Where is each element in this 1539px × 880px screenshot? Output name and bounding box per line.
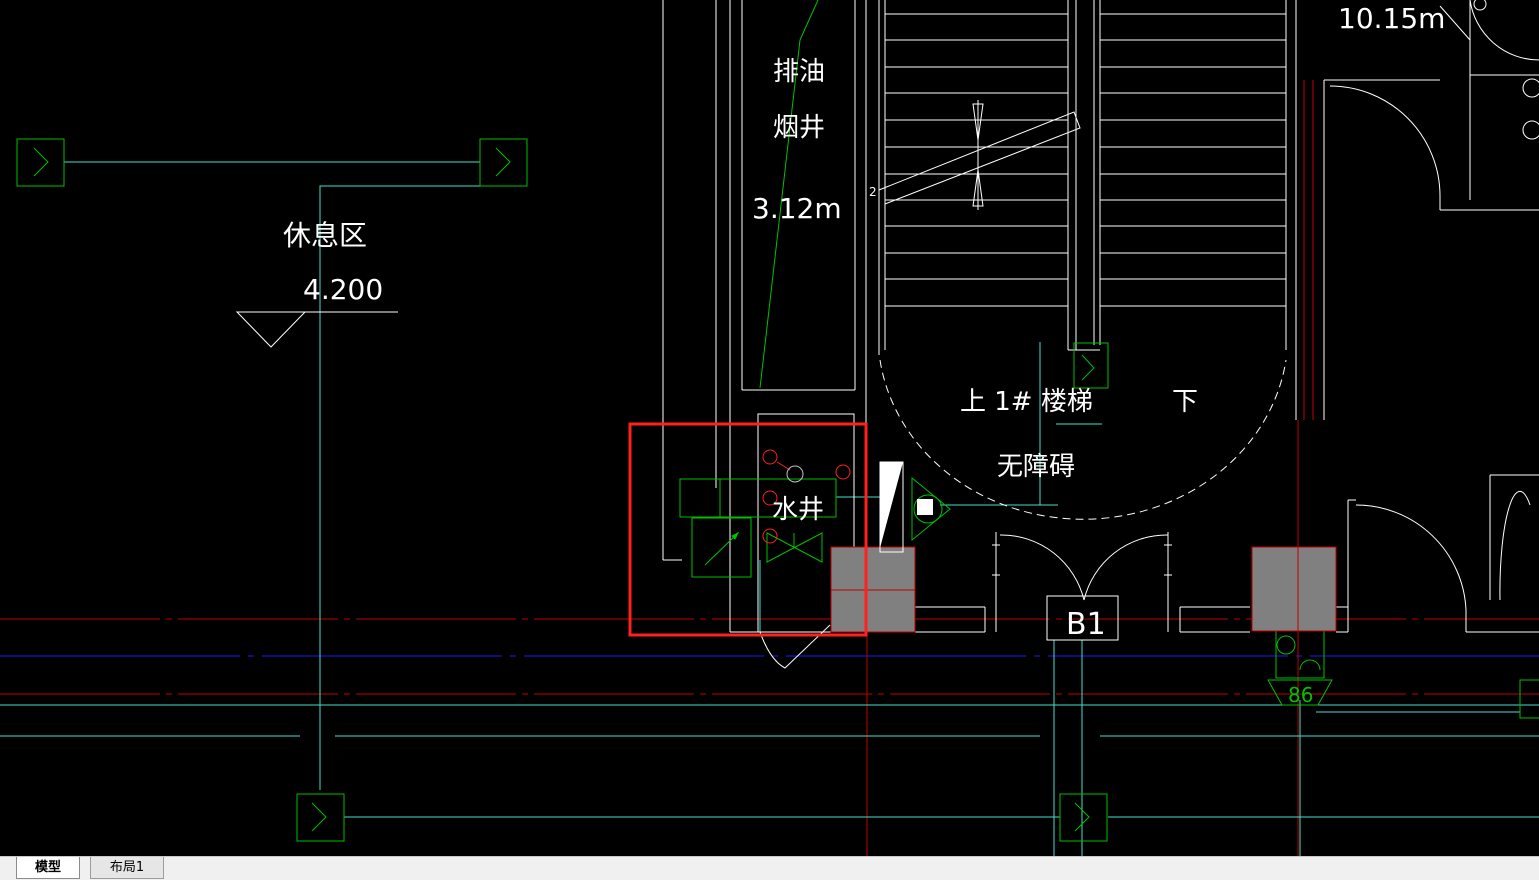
tab-model[interactable]: 模型 xyxy=(16,857,80,879)
label-stair-down: 下 xyxy=(1172,387,1198,417)
label-exhaust-size: 3.12m xyxy=(752,192,842,225)
label-stair-up: 上 1# 楼梯 xyxy=(960,387,1093,417)
tab-layout1[interactable]: 布局1 xyxy=(90,857,164,879)
label-accessible: 无障碍 xyxy=(997,452,1075,482)
label-exhaust-1: 排油 xyxy=(773,57,825,87)
label-top-dimension: 10.15m xyxy=(1338,2,1445,35)
label-axis-b1: B1 xyxy=(1066,607,1106,642)
layout-tab-bar: 模型 布局1 xyxy=(0,856,1539,880)
drawing-canvas[interactable]: 休息区 4.200 排油 烟井 3.12m 10.15m 上 1# 楼梯 下 无… xyxy=(0,0,1539,856)
valve-box-icon xyxy=(917,499,933,515)
label-stair-mark: 2 xyxy=(869,185,877,199)
door-leaf-icon xyxy=(880,462,903,548)
drain-icon xyxy=(786,465,804,483)
label-fixture-code: 86 xyxy=(1288,683,1313,707)
label-water-well: 水井 xyxy=(772,495,824,525)
cyan-pipes xyxy=(0,161,1539,856)
label-exhaust-2: 烟井 xyxy=(773,113,825,143)
label-rest-area: 休息区 xyxy=(283,219,367,252)
cad-drawing: 休息区 4.200 排油 烟井 3.12m 10.15m 上 1# 楼梯 下 无… xyxy=(0,0,1539,856)
label-elevation: 4.200 xyxy=(303,273,383,306)
